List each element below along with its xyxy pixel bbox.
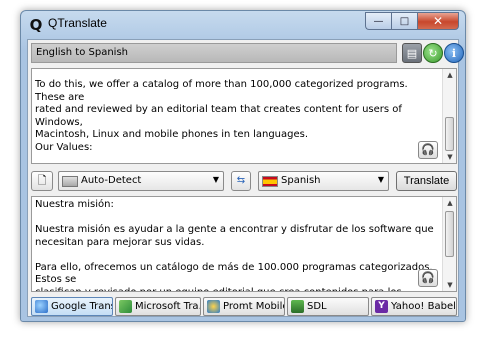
translation-scrollbar[interactable]: ▲ ▼ [442,197,456,291]
client-area: English to Spanish ▤ ↻ i To do this, we … [27,39,464,317]
scroll-up-icon[interactable]: ▲ [443,69,456,81]
title-bar[interactable]: Q QTranslate — □ ✕ [21,11,465,37]
translate-toolbar: 🗋 Auto-Detect ▼ ⇆ Spanish ▼ Translate [31,170,457,192]
maximize-button[interactable]: □ [391,12,417,30]
tab-label: Google Trans... [51,301,112,312]
tab-label: SDL [307,301,327,312]
tab-label: Yahoo! Babel ... [391,301,456,312]
language-pair-label: English to Spanish [36,47,128,58]
listen-translation-button[interactable]: 🎧 [418,269,438,287]
tab-label: Microsoft Tra... [135,301,201,312]
app-logo-icon: Q [29,16,43,34]
source-text-area[interactable]: To do this, we offer a catalog of more t… [31,68,457,164]
info-icon[interactable]: i [444,43,464,63]
scroll-down-icon[interactable]: ▼ [443,279,456,291]
scroll-thumb[interactable] [445,117,454,151]
window-title: QTranslate [48,16,107,30]
chevron-down-icon: ▼ [212,175,219,184]
new-document-button[interactable]: 🗋 [31,171,53,191]
caption-buttons: — □ ✕ [365,12,459,30]
target-language-select[interactable]: Spanish ▼ [258,171,389,191]
tab-yahoo-babel[interactable]: Y Yahoo! Babel ... [371,297,457,316]
clipboard-icon[interactable]: ▤ [402,43,422,63]
headphones-icon: 🎧 [421,271,435,284]
promt-icon [207,300,220,313]
translate-button[interactable]: Translate [396,171,457,191]
document-icon: 🗋 [37,174,47,187]
translation-text-area[interactable]: Nuestra misión: Nuestra misión es ayudar… [31,196,457,292]
app-window: Q QTranslate — □ ✕ English to Spanish ▤ … [20,10,466,322]
close-button[interactable]: ✕ [417,12,459,30]
swap-icon: ⇆ [236,175,246,186]
google-translate-icon [35,300,48,313]
microsoft-translator-icon [119,300,132,313]
translated-text: Nuestra misión: Nuestra misión es ayudar… [35,199,434,292]
scroll-up-icon[interactable]: ▲ [443,197,456,209]
refresh-icon[interactable]: ↻ [423,43,443,63]
tab-google-translate[interactable]: Google Trans... [31,297,113,316]
service-tabs: Google Trans... Microsoft Tra... Promt M… [31,297,457,316]
source-language-label: Auto-Detect [81,175,142,186]
language-pair-bar: English to Spanish [31,43,397,63]
tab-promt-mobile[interactable]: Promt Mobile [203,297,285,316]
tab-label: Promt Mobile [223,301,285,312]
swap-languages-button[interactable]: ⇆ [231,171,251,191]
scroll-down-icon[interactable]: ▼ [443,151,456,163]
scroll-thumb[interactable] [445,211,454,257]
yahoo-icon: Y [375,300,388,313]
tab-sdl[interactable]: SDL [287,297,369,316]
headphones-icon: 🎧 [421,143,435,156]
source-scrollbar[interactable]: ▲ ▼ [442,69,456,163]
auto-detect-icon [62,176,78,187]
target-language-label: Spanish [281,175,321,186]
sdl-icon [291,300,304,313]
listen-source-button[interactable]: 🎧 [418,141,438,159]
source-language-select[interactable]: Auto-Detect ▼ [58,171,224,191]
source-text: To do this, we offer a catalog of more t… [35,79,408,153]
spain-flag-icon [262,176,278,187]
chevron-down-icon: ▼ [377,175,384,184]
minimize-button[interactable]: — [365,12,391,30]
tab-microsoft-translator[interactable]: Microsoft Tra... [115,297,201,316]
